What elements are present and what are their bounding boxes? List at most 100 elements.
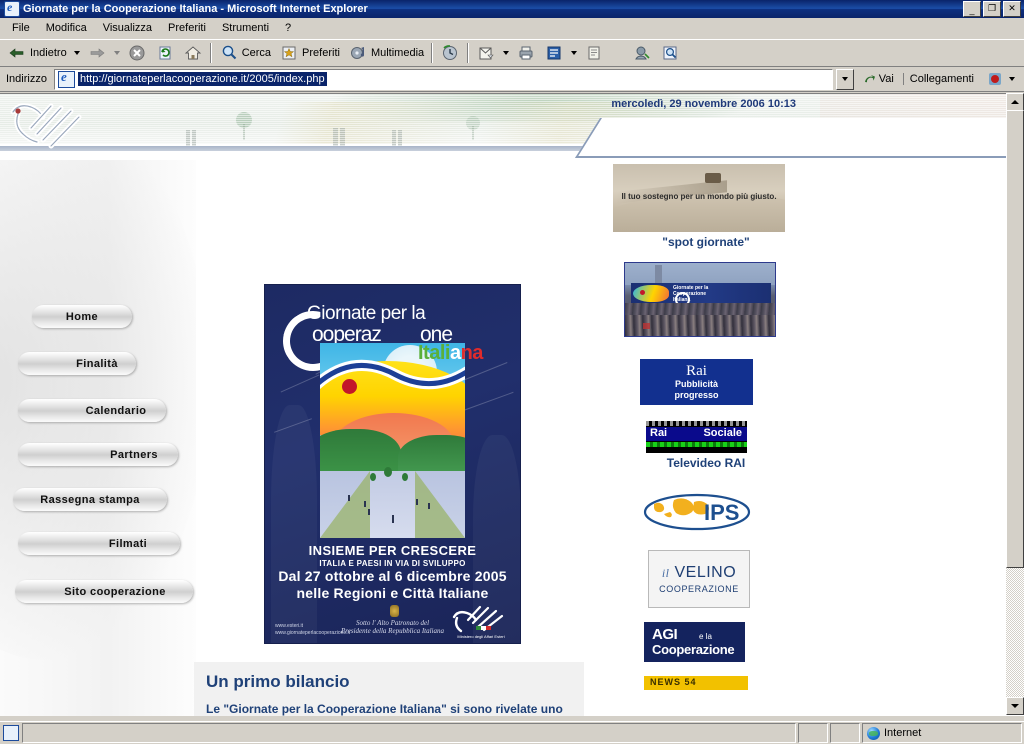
back-arrow-icon xyxy=(7,43,27,63)
favorites-label: Preferiti xyxy=(302,47,340,59)
favorites-button[interactable]: Preferiti xyxy=(275,42,344,64)
search-button[interactable]: Cerca xyxy=(215,42,275,64)
restore-button[interactable]: ❐ xyxy=(983,1,1001,17)
go-button[interactable]: Vai xyxy=(857,72,900,86)
mail-icon xyxy=(476,43,496,63)
rai-pubblicita-text: Pubblicità xyxy=(674,378,718,389)
scroll-up-button[interactable] xyxy=(1006,93,1024,111)
research-button[interactable] xyxy=(656,42,684,64)
home-button[interactable] xyxy=(179,42,207,64)
history-button[interactable] xyxy=(436,42,464,64)
velino-block[interactable]: il VELINO COOPERAZIONE xyxy=(606,550,806,608)
forward-arrow-icon xyxy=(87,43,107,63)
spot-giornate-block[interactable]: Il tuo sostegno per un mondo più giusto.… xyxy=(606,164,806,249)
sidebar-item-calendario[interactable]: Calendario xyxy=(18,399,166,422)
sidebar-item-filmati[interactable]: Filmati xyxy=(18,532,180,555)
chevron-up-icon xyxy=(1011,100,1019,104)
print-icon xyxy=(516,43,536,63)
sidebar-item-partners[interactable]: Partners xyxy=(18,443,178,466)
agi-logo[interactable]: AGI e la Cooperazione xyxy=(644,622,745,662)
vertical-scrollbar[interactable] xyxy=(1006,93,1024,715)
art-walker-6 xyxy=(428,503,430,509)
multimedia-button[interactable]: Multimedia xyxy=(344,42,428,64)
crowd-photo[interactable]: Giornate per la Cooperazione Italiana xyxy=(624,262,776,337)
acrobat-icon xyxy=(987,71,1003,87)
agi-block[interactable]: AGI e la Cooperazione xyxy=(606,622,806,662)
status-pane-2 xyxy=(830,723,860,743)
mail-dropdown-icon[interactable] xyxy=(503,51,510,55)
address-input[interactable]: http://giornateperlacooperazione.it/2005… xyxy=(53,68,833,90)
menu-item-file[interactable]: File xyxy=(4,20,38,36)
status-ie-icon xyxy=(0,725,22,741)
spot-overlay-text: Il tuo sostegno per un mondo più giusto. xyxy=(621,192,777,201)
sidebar-item-home[interactable]: Home xyxy=(32,305,132,328)
chevron-down-icon xyxy=(841,77,848,81)
spot-video-thumbnail[interactable]: Il tuo sostegno per un mondo più giusto. xyxy=(613,164,785,232)
agi-text: AGI xyxy=(652,626,678,643)
televideo-header-row xyxy=(646,421,747,426)
menu-item-help[interactable]: ? xyxy=(277,20,299,36)
agi-ela-text: e la xyxy=(699,632,712,641)
window-controls: _ ❐ ✕ xyxy=(963,1,1021,17)
links-button[interactable]: Collegamenti xyxy=(902,73,980,85)
poster-artwork xyxy=(320,343,465,538)
search-label: Cerca xyxy=(241,47,272,59)
campaign-poster-image[interactable]: Giornate per la ooperaz one Italiana INS… xyxy=(264,284,521,644)
close-button[interactable]: ✕ xyxy=(1003,1,1021,17)
nav-label-calendario: Calendario xyxy=(85,404,147,417)
velino-logo[interactable]: il VELINO COOPERAZIONE xyxy=(648,550,750,608)
messenger-button[interactable] xyxy=(628,42,656,64)
rai-pubblicita-logo[interactable]: Rai Pubblicità progresso xyxy=(640,359,753,405)
sidebar-item-rassegna-stampa[interactable]: Rassegna stampa xyxy=(13,488,167,511)
televideo-rai-block[interactable]: Rai Sociale Televideo RAI xyxy=(606,421,806,470)
toolbar-separator-3 xyxy=(467,43,470,63)
edit-button[interactable] xyxy=(540,42,568,64)
refresh-button[interactable] xyxy=(151,42,179,64)
back-button[interactable]: Indietro xyxy=(3,42,71,64)
menu-item-preferiti[interactable]: Preferiti xyxy=(160,20,214,36)
art-walker-2 xyxy=(364,501,366,507)
televideo-screenshot[interactable]: Rai Sociale xyxy=(646,421,747,453)
close-icon: ✕ xyxy=(1008,3,1016,13)
address-label: Indirizzo xyxy=(6,73,47,85)
acrobat-toolbar-button[interactable] xyxy=(983,71,1022,87)
poster-italiana-text: Italiana xyxy=(418,342,483,365)
crowd-photo-block[interactable]: Giornate per la Cooperazione Italiana xyxy=(606,262,806,337)
poster-url-esteri: www.esteri.it xyxy=(275,623,304,629)
menu-item-strumenti[interactable]: Strumenti xyxy=(214,20,277,36)
mail-button[interactable] xyxy=(472,42,500,64)
ips-block[interactable]: IPS xyxy=(606,488,806,536)
address-bar: Indirizzo http://giornateperlacooperazio… xyxy=(0,67,1024,92)
ministry-name: Ministero degli Affari Esteri xyxy=(457,634,505,639)
poster-slogan: INSIEME PER CRESCERE ITALIA E PAESI IN V… xyxy=(265,543,520,568)
restore-icon: ❐ xyxy=(987,3,997,13)
yellow-banner[interactable]: NEWS 54 xyxy=(644,676,748,690)
menu-item-visualizza[interactable]: Visualizza xyxy=(95,20,160,36)
print-button[interactable] xyxy=(512,42,540,64)
scrollbar-thumb[interactable] xyxy=(1006,110,1024,568)
edit-dropdown-icon[interactable] xyxy=(571,51,578,55)
menu-item-modifica[interactable]: Modifica xyxy=(38,20,95,36)
poster-na-red: na xyxy=(460,342,484,364)
minimize-button[interactable]: _ xyxy=(963,1,981,17)
yellow-banner-block[interactable]: NEWS 54 xyxy=(606,676,806,690)
forward-dropdown-icon[interactable] xyxy=(113,51,120,55)
sidebar-item-finalita[interactable]: Finalità xyxy=(18,352,136,375)
back-dropdown-icon[interactable] xyxy=(73,51,80,55)
scroll-down-button[interactable] xyxy=(1006,697,1024,715)
ie-window: Giornate per la Cooperazione Italiana - … xyxy=(0,0,1024,744)
discuss-button[interactable] xyxy=(580,42,608,64)
rai-progresso-text: progresso xyxy=(674,389,719,400)
nav-label-partners: Partners xyxy=(110,448,158,461)
address-dropdown-button[interactable] xyxy=(835,68,854,90)
ips-logo[interactable]: IPS xyxy=(642,488,752,536)
forward-button[interactable] xyxy=(83,42,111,64)
stop-button[interactable] xyxy=(123,42,151,64)
velino-subtitle: COOPERAZIONE xyxy=(659,584,739,594)
rai-pubblicita-progresso-block[interactable]: Rai Pubblicità progresso xyxy=(606,359,806,405)
televideo-sociale-text: Sociale xyxy=(703,427,742,439)
sidebar-item-sito-cooperazione[interactable]: Sito cooperazione xyxy=(15,580,193,603)
crowd-stage-banner: Giornate per la Cooperazione Italiana xyxy=(631,283,771,307)
scrollbar-track[interactable] xyxy=(1006,110,1024,698)
acrobat-dropdown-icon[interactable] xyxy=(1009,77,1015,81)
